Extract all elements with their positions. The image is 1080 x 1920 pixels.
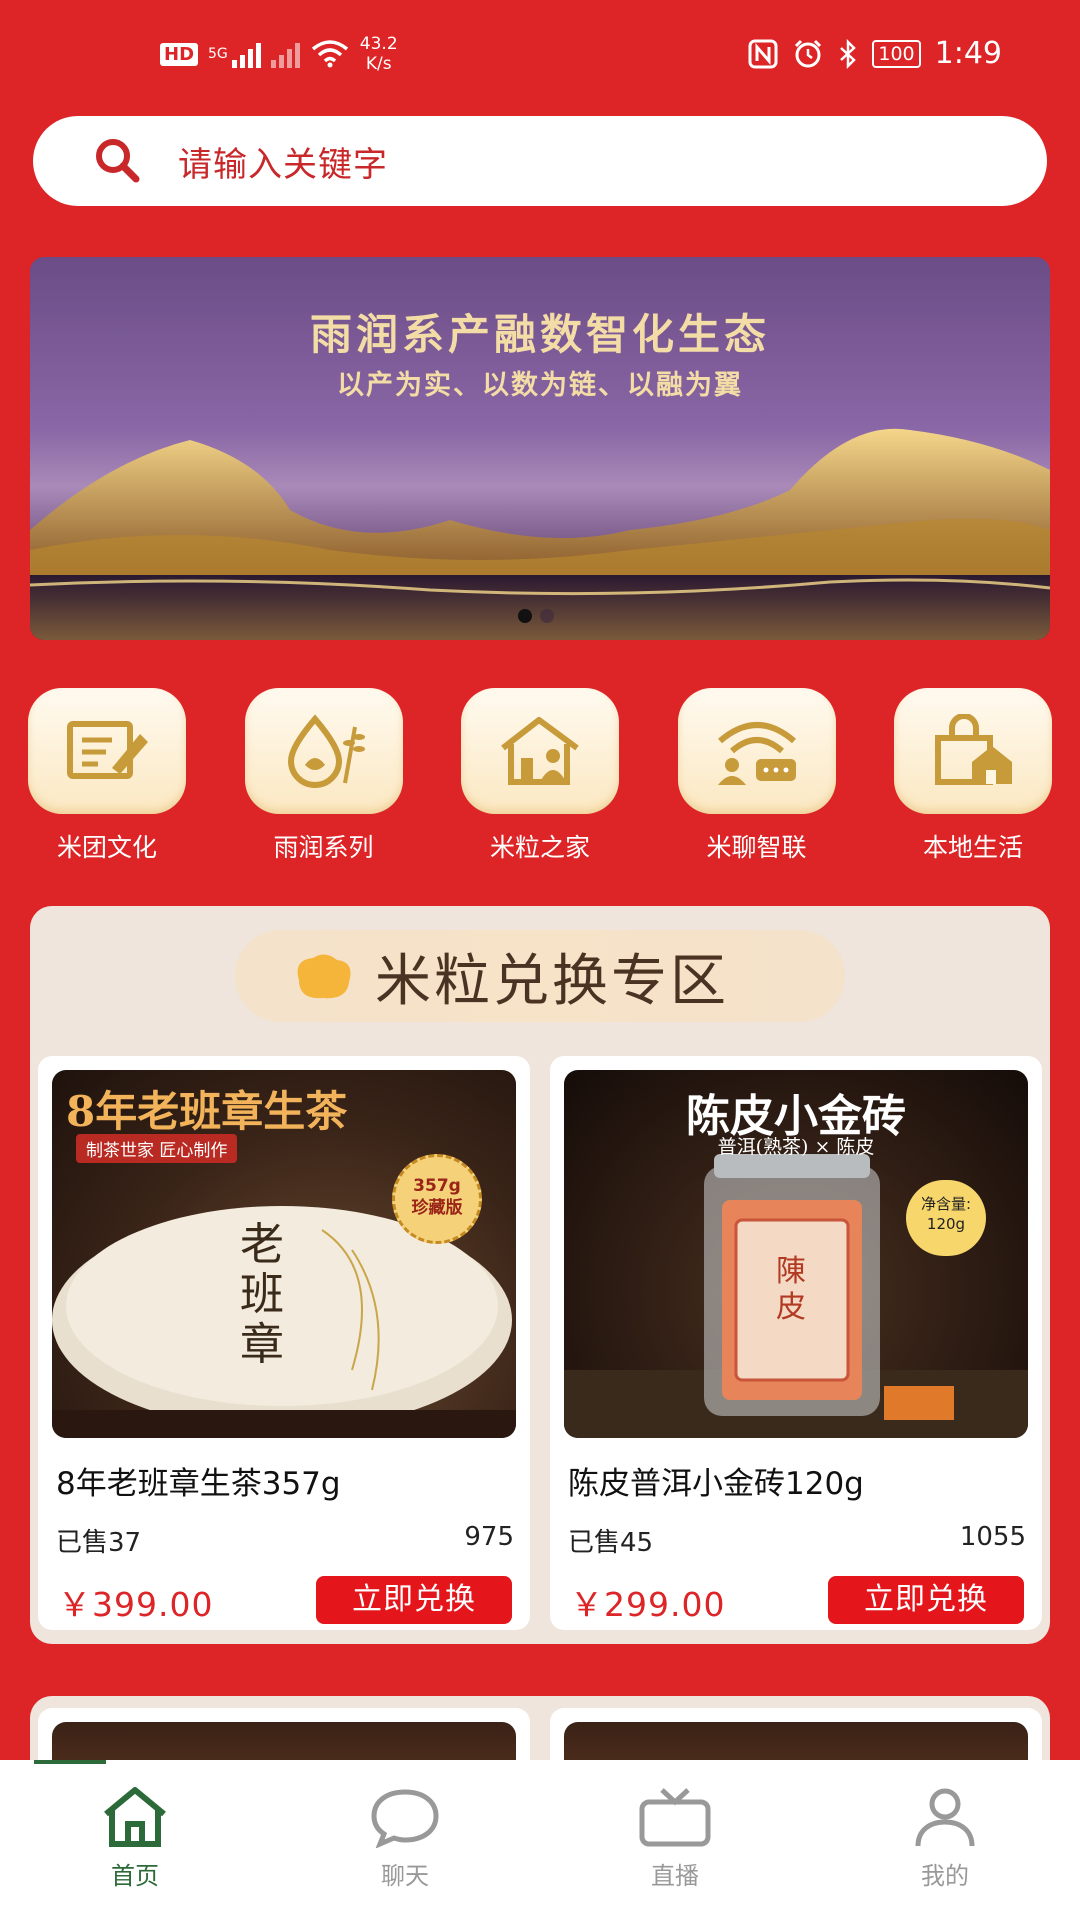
tab-label: 直播 <box>651 1862 699 1890</box>
nav-item-icon-box <box>894 688 1052 814</box>
badge-line-2: 120g <box>926 1215 966 1233</box>
mountain-illustration <box>30 428 1050 640</box>
product-price: ￥399.00 <box>58 1585 214 1624</box>
promo-banner[interactable]: 雨润系产融数智化生态 以产为实、以数为链、以融为翼 <box>30 257 1050 640</box>
product-image-subtitle: 普洱(熟茶) × 陈皮 <box>717 1136 875 1158</box>
tea-cake-text: 老班章 <box>240 1219 284 1370</box>
product-image-title: 8年老班章生茶 <box>66 1087 348 1136</box>
category-grid: 米团文化 雨润系列 米粒之家 米聊智联 本地生活 <box>28 688 1052 864</box>
product-card[interactable]: 陈皮小金砖 普洱(熟茶) × 陈皮 净含量: 120g 陳皮 陈皮普洱小金砖12… <box>550 1056 1042 1630</box>
nav-item-icon-box <box>677 688 836 814</box>
redeem-button[interactable]: 立即兑换 <box>828 1576 1024 1624</box>
net-speed-value: 43.2 <box>359 34 398 54</box>
tab-home[interactable]: 首页 <box>0 1760 270 1920</box>
wifi-chat-icon <box>717 722 796 785</box>
product-image-badge: 净含量: 120g <box>906 1180 986 1256</box>
nfc-icon <box>748 39 778 68</box>
nav-item-label: 米团文化 <box>56 833 157 862</box>
redeem-button[interactable]: 立即兑换 <box>316 1576 512 1624</box>
badge-line-1: 357g <box>413 1176 461 1196</box>
tab-live[interactable]: 直播 <box>540 1760 810 1920</box>
banner-pagination <box>518 609 554 623</box>
nav-item-icon-box <box>28 688 186 814</box>
product-image[interactable]: 8年老班章生茶 制茶世家 匠心制作 357g 珍藏版 老班章 <box>52 1070 516 1438</box>
product-points-count: 975 <box>464 1522 514 1552</box>
product-image-badge: 357g 珍藏版 <box>392 1154 482 1244</box>
water-drop-wheat-icon <box>287 714 365 788</box>
badge-line-2: 珍藏版 <box>411 1198 463 1218</box>
nav-item-icon-box <box>244 688 403 814</box>
search-icon <box>96 139 140 183</box>
status-right: 100 1:49 <box>748 36 1002 71</box>
nav-item-label: 米粒之家 <box>489 833 590 862</box>
tab-profile[interactable]: 我的 <box>810 1760 1080 1920</box>
badge-line-1: 净含量: <box>920 1195 972 1213</box>
nav-item-icon-box <box>461 688 619 814</box>
banner-title: 雨润系产融数智化生态 <box>309 310 770 359</box>
product-image[interactable]: 陈皮小金砖 普洱(熟茶) × 陈皮 净含量: 120g 陳皮 <box>564 1070 1028 1438</box>
house-person-icon <box>501 717 579 785</box>
nav-item-yurun-series[interactable]: 雨润系列 <box>244 688 403 864</box>
exchange-zone-header: 米粒兑换专区 <box>235 930 845 1022</box>
product-name[interactable]: 8年老班章生茶357g <box>56 1458 341 1503</box>
tab-chat[interactable]: 聊天 <box>270 1760 540 1920</box>
signal-bars-secondary-icon <box>270 40 300 68</box>
exchange-zone-title: 米粒兑换专区 <box>375 948 729 1014</box>
banner-dot[interactable] <box>540 609 554 623</box>
tv-icon <box>639 1788 711 1847</box>
tab-label: 首页 <box>111 1862 159 1890</box>
product-image-tag: 制茶世家 匠心制作 <box>76 1134 238 1163</box>
nav-item-label: 雨润系列 <box>273 833 374 862</box>
rice-grain-icon <box>297 954 351 999</box>
search-bar[interactable]: 请输入关键字 <box>33 116 1047 206</box>
bluetooth-icon <box>840 38 857 69</box>
nav-item-local-life[interactable]: 本地生活 <box>894 688 1052 864</box>
tab-label: 我的 <box>921 1862 969 1890</box>
product-sold-count: 已售45 <box>568 1528 654 1558</box>
tab-label: 聊天 <box>381 1862 429 1890</box>
bottom-tab-bar: 首页 聊天 直播 我的 <box>0 1760 1080 1920</box>
nav-item-label: 米聊智联 <box>706 833 807 862</box>
tea-jar-text: 陳皮 <box>776 1254 806 1325</box>
wifi-icon <box>311 40 348 68</box>
alarm-icon <box>795 39 822 67</box>
search-placeholder: 请输入关键字 <box>178 144 388 185</box>
time: 1:49 <box>934 36 1002 71</box>
product-price: ￥299.00 <box>570 1585 726 1624</box>
status-bar: HD 5G 43.2 K/s 100 1:49 <box>0 0 1080 110</box>
battery-icon: 100 <box>872 39 921 68</box>
signal-label: 5G <box>208 46 228 62</box>
nav-item-mituan-culture[interactable]: 米团文化 <box>28 688 186 864</box>
product-points-count: 1055 <box>959 1522 1026 1552</box>
net-speed: 43.2 K/s <box>360 34 398 74</box>
chat-bubble-icon <box>371 1789 439 1849</box>
banner-subtitle: 以产为实、以数为链、以融为翼 <box>337 370 743 401</box>
hd-icon: HD <box>160 42 199 66</box>
product-card[interactable]: 8年老班章生茶 制茶世家 匠心制作 357g 珍藏版 老班章 8年老班章生茶35… <box>38 1056 530 1630</box>
nav-item-mili-home[interactable]: 米粒之家 <box>461 688 619 864</box>
user-icon <box>915 1788 975 1847</box>
net-speed-unit: K/s <box>365 54 392 74</box>
home-icon <box>104 1787 166 1847</box>
status-left: HD 5G 43.2 K/s <box>160 34 398 74</box>
exchange-zone: 米粒兑换专区 8年老班章生茶 制茶世家 匠心制作 357g 珍藏版 老班章 8年… <box>30 906 1050 1644</box>
product-name[interactable]: 陈皮普洱小金砖120g <box>568 1458 864 1503</box>
shopping-bag-house-icon <box>935 714 1012 785</box>
notebook-pen-icon <box>67 721 148 779</box>
nav-item-label: 本地生活 <box>922 833 1023 862</box>
nav-item-miliao-smartlink[interactable]: 米聊智联 <box>677 688 836 864</box>
product-sold-count: 已售37 <box>56 1528 142 1558</box>
banner-dot-active[interactable] <box>518 609 532 623</box>
signal-bars-icon <box>231 40 261 68</box>
